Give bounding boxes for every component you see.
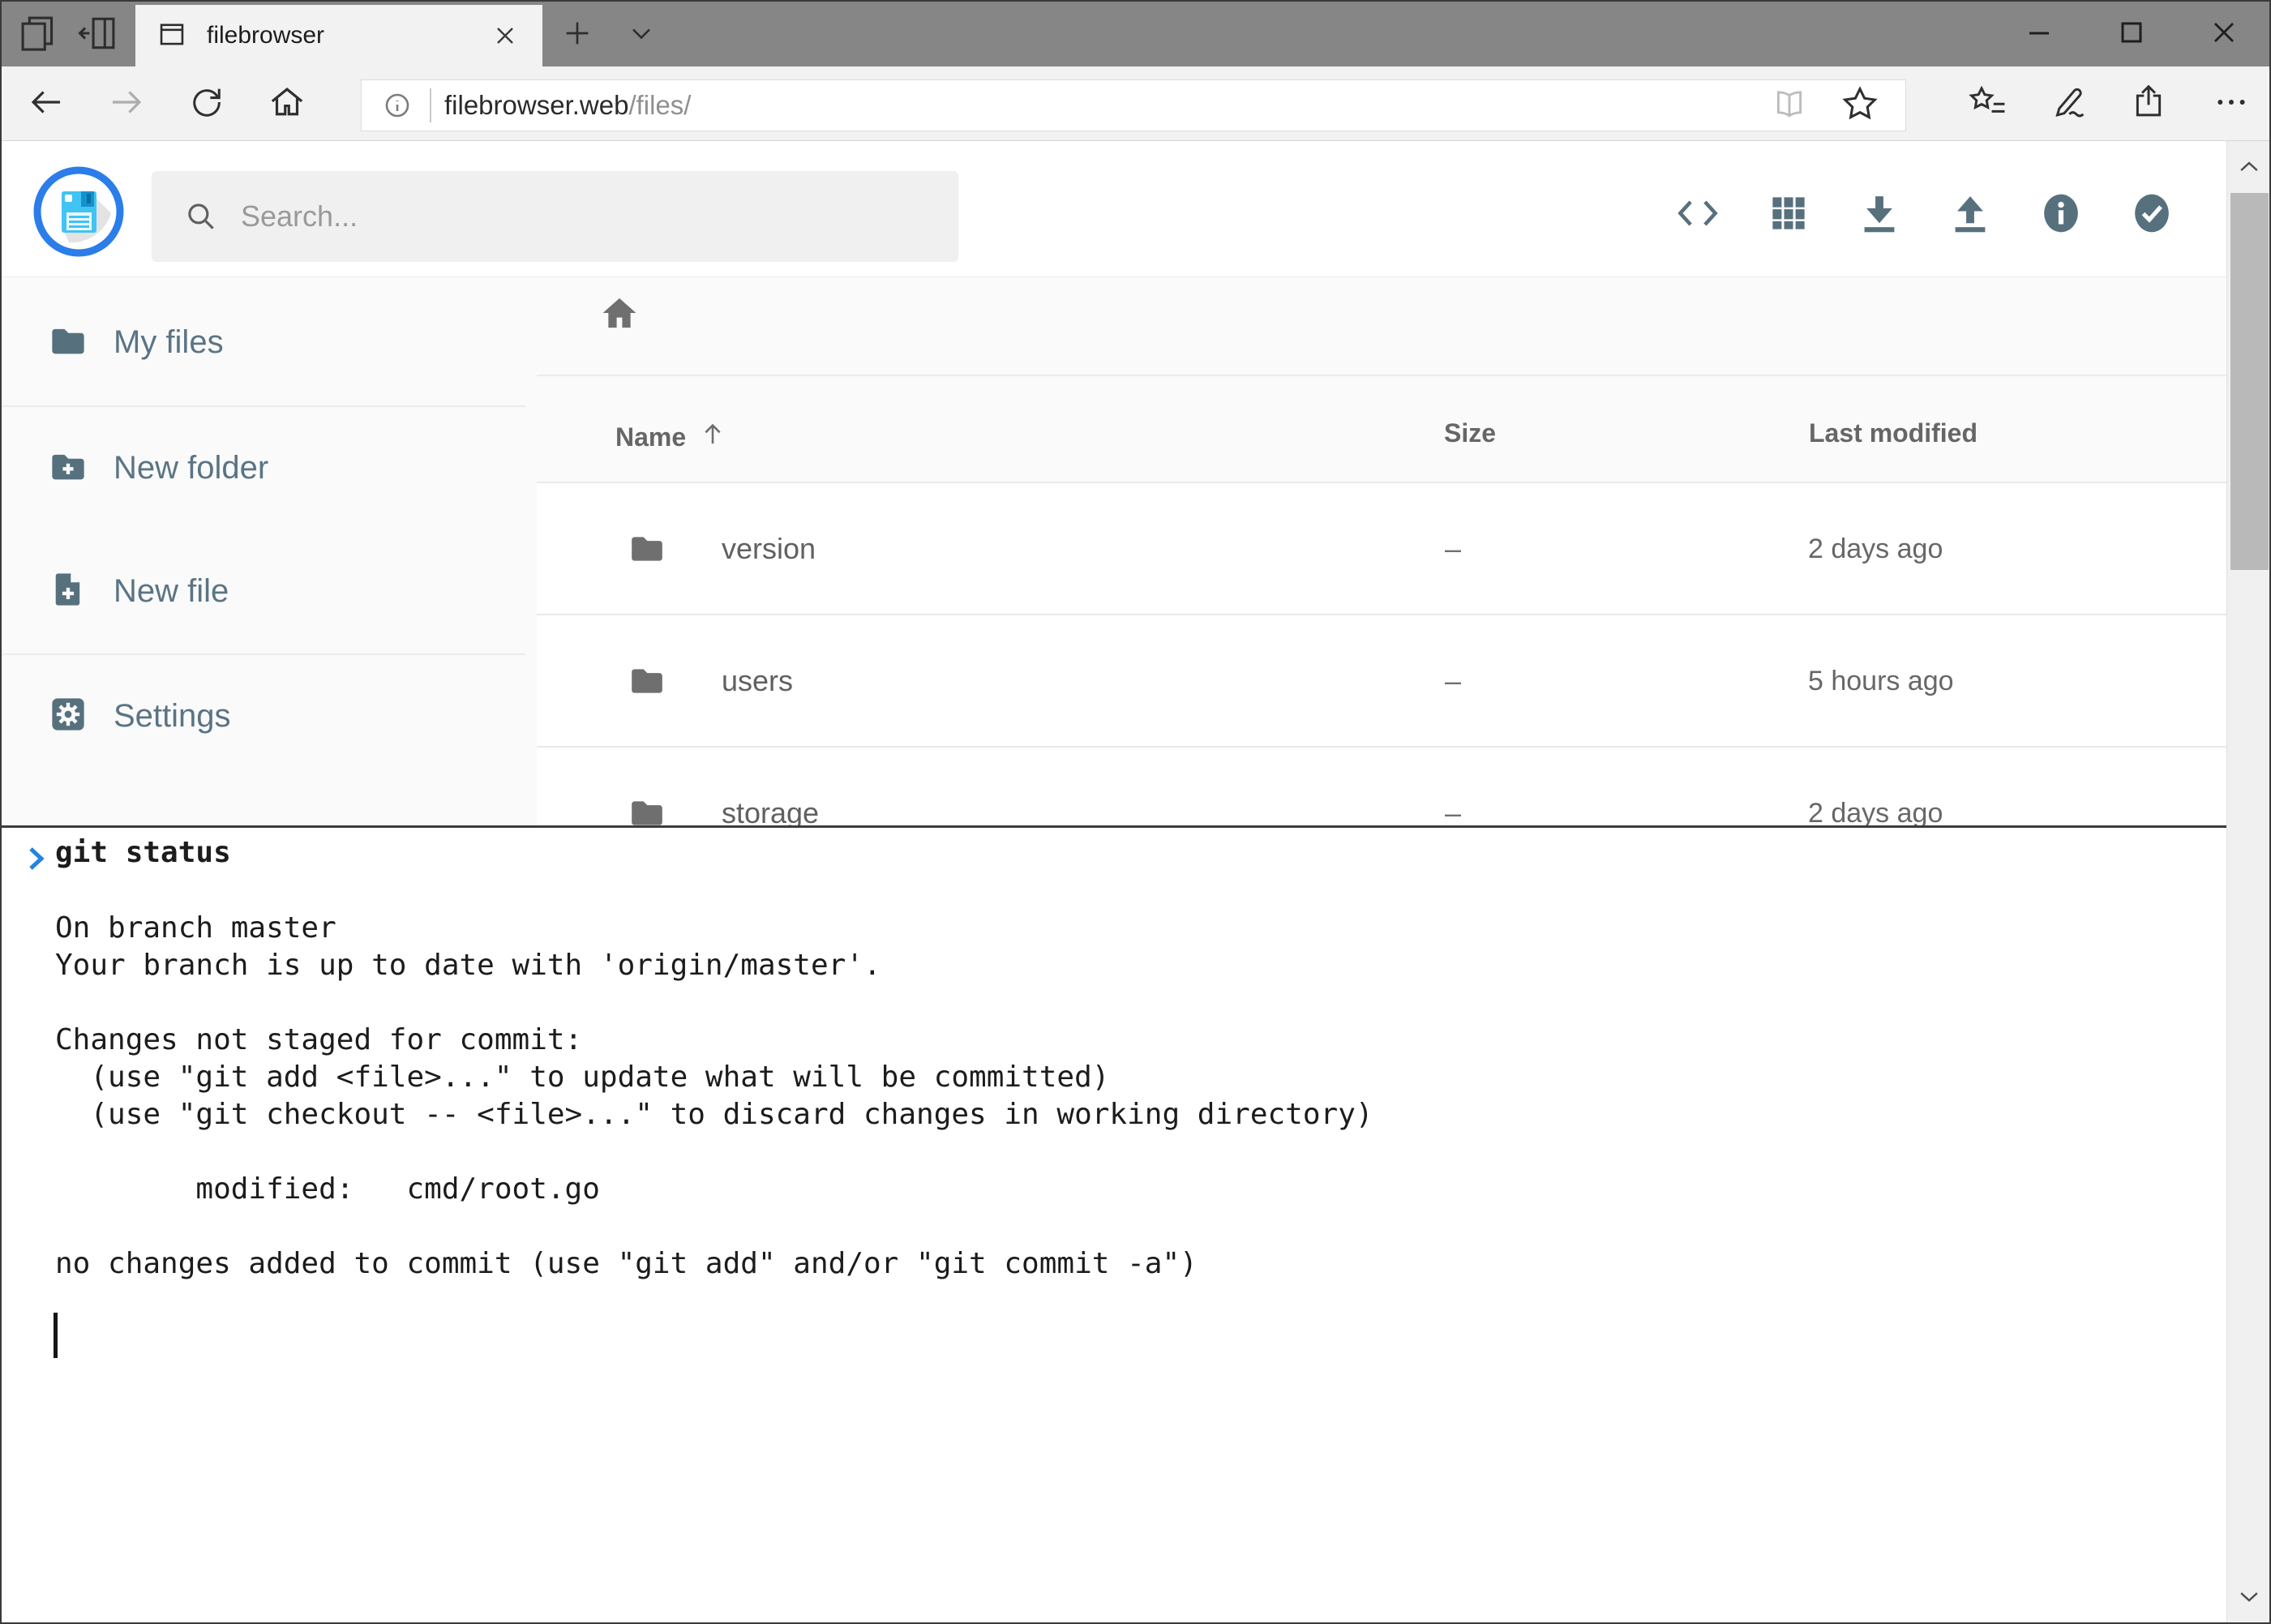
listing-header-row: Name Size Last modified <box>537 399 2226 480</box>
terminal-panel[interactable]: git status On branch master Your branch … <box>2 825 2226 1622</box>
tab-close-icon[interactable] <box>489 19 521 52</box>
sidebar-divider <box>2 653 525 655</box>
share-button[interactable] <box>2127 83 2170 125</box>
maximize-icon <box>2114 15 2149 54</box>
tab-bar: filebrowser <box>2 2 2269 66</box>
reading-view-icon[interactable] <box>1769 84 1810 128</box>
sidebar-item-label: My files <box>114 324 224 361</box>
set-tabs-aside-button[interactable] <box>75 11 122 58</box>
column-label: Last modified <box>1809 418 1977 448</box>
tab-preview-button[interactable] <box>15 11 62 58</box>
folder-icon <box>49 321 88 364</box>
share-icon <box>2128 82 2169 126</box>
sidebar-item-my-files[interactable]: My files <box>49 308 224 376</box>
scroll-down-icon[interactable] <box>2227 1570 2271 1622</box>
folder-plus-icon <box>49 447 88 490</box>
folder-icon <box>628 529 666 571</box>
more-button[interactable] <box>2210 83 2252 125</box>
select-check-icon[interactable] <box>2129 191 2175 236</box>
gear-icon <box>49 695 88 738</box>
address-separator <box>430 88 431 122</box>
site-info-icon[interactable] <box>379 88 415 123</box>
search-icon <box>182 198 220 235</box>
file-name: version <box>722 532 816 566</box>
address-url: filebrowser.web/files/ <box>444 90 691 121</box>
column-label: Size <box>1444 418 1496 448</box>
sidebar-divider <box>2 405 525 407</box>
browser-window: filebrowser <box>0 0 2271 1624</box>
sidebar-item-label: New file <box>114 573 229 610</box>
back-button[interactable] <box>25 83 67 125</box>
hub-button[interactable] <box>1967 83 2009 125</box>
column-header-modified[interactable]: Last modified <box>1809 418 1977 448</box>
favorite-star-icon[interactable] <box>1839 83 1881 129</box>
favorites-list-icon <box>1968 82 2008 126</box>
upload-icon[interactable] <box>1947 191 1993 236</box>
refresh-icon <box>187 83 226 126</box>
column-header-name[interactable]: Name <box>615 418 728 456</box>
back-icon <box>26 82 66 126</box>
grid-view-icon[interactable] <box>1766 191 1811 236</box>
file-modified: 2 days ago <box>1808 533 1943 565</box>
tab-favicon-icon <box>156 19 187 54</box>
address-domain: filebrowser.web <box>444 90 628 120</box>
terminal-cursor <box>54 1313 58 1358</box>
prompt-chevron-icon <box>24 841 49 880</box>
folder-icon <box>628 662 666 703</box>
scrollbar-thumb[interactable] <box>2230 193 2269 570</box>
search-box[interactable] <box>152 171 958 262</box>
close-icon <box>2206 15 2242 54</box>
listing-divider <box>537 375 2226 376</box>
column-label: Name <box>615 422 686 452</box>
table-row-version[interactable]: version – 2 days ago <box>537 483 2226 615</box>
sidebar-item-new-folder[interactable]: New folder <box>49 434 268 502</box>
raw-code-icon[interactable] <box>1675 191 1720 236</box>
set-tabs-aside-icon <box>77 12 119 58</box>
scroll-up-icon[interactable] <box>2227 141 2271 193</box>
sidebar-item-label: Settings <box>114 698 231 735</box>
tabs-preview-icon <box>17 12 59 58</box>
terminal-command: git status <box>55 836 231 869</box>
terminal-output: On branch master Your branch is up to da… <box>55 910 1373 1283</box>
table-row-users[interactable]: users – 5 hours ago <box>537 615 2226 748</box>
forward-icon <box>106 82 147 126</box>
file-size: – <box>1445 532 1461 566</box>
tab-preview-toggle[interactable] <box>623 16 660 54</box>
browser-tab[interactable]: filebrowser <box>135 5 542 66</box>
minimize-button[interactable] <box>2002 2 2076 66</box>
listing-rows: version – 2 days ago users – 5 hours ago… <box>537 482 2226 880</box>
sort-ascending-icon <box>697 418 728 456</box>
download-icon[interactable] <box>1857 191 1902 236</box>
plus-icon <box>560 16 594 54</box>
forward-button[interactable] <box>105 83 148 125</box>
sidebar-item-label: New folder <box>114 450 268 486</box>
search-input[interactable] <box>241 199 889 234</box>
file-name: users <box>722 664 793 698</box>
address-bar[interactable]: filebrowser.web/files/ <box>361 79 1906 131</box>
file-modified: 5 hours ago <box>1808 666 1954 697</box>
annotate-button[interactable] <box>2046 83 2089 125</box>
file-size: – <box>1445 664 1461 698</box>
chevron-down-icon <box>625 17 658 54</box>
filebrowser-logo[interactable] <box>33 166 124 257</box>
home-button[interactable] <box>266 83 308 125</box>
sidebar-item-new-file[interactable]: New file <box>49 557 229 625</box>
info-icon[interactable] <box>2038 191 2084 236</box>
home-icon <box>267 82 307 126</box>
breadcrumb-home-icon[interactable] <box>598 292 641 334</box>
new-tab-button[interactable] <box>559 16 596 54</box>
close-button[interactable] <box>2187 2 2261 66</box>
more-icon <box>2211 82 2252 126</box>
refresh-button[interactable] <box>186 83 228 125</box>
app-header <box>2 142 2226 277</box>
minimize-icon <box>2021 15 2057 54</box>
page-scrollbar[interactable] <box>2226 141 2271 1622</box>
column-header-size[interactable]: Size <box>1444 418 1496 448</box>
sidebar-item-settings[interactable]: Settings <box>49 682 231 750</box>
tab-title: filebrowser <box>207 22 324 49</box>
maximize-button[interactable] <box>2094 2 2169 66</box>
pen-icon <box>2047 82 2088 126</box>
address-path: /files/ <box>628 90 691 120</box>
file-plus-icon <box>49 570 88 613</box>
